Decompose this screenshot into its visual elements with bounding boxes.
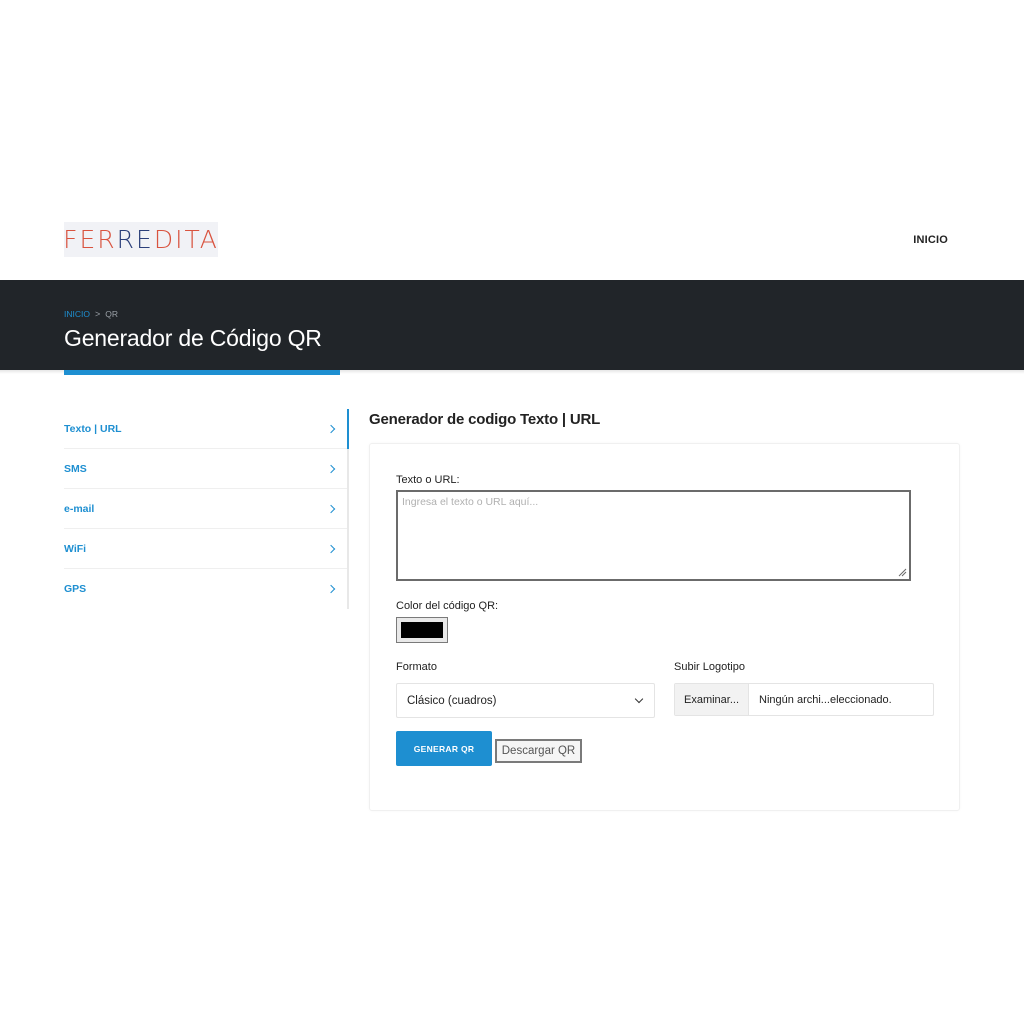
- sidebar-active-indicator: [347, 409, 349, 449]
- sidebar-item-wifi[interactable]: WiFi: [64, 529, 347, 569]
- site-header: FERREDITA INICIO: [0, 205, 1024, 280]
- sidebar-item-label: SMS: [64, 462, 87, 475]
- breadcrumb-separator: >: [94, 309, 101, 319]
- sidebar-nav: Texto | URL SMS e-mail WiFi GPS: [64, 409, 349, 609]
- logo-file-input[interactable]: Examinar... Ningún archi...eleccionado.: [674, 683, 934, 716]
- chevron-right-icon: [326, 464, 336, 473]
- sidebar-item-texto-url[interactable]: Texto | URL: [64, 409, 347, 449]
- qr-color-picker[interactable]: [396, 617, 448, 643]
- qr-color-fill: [401, 622, 443, 638]
- sidebar-item-sms[interactable]: SMS: [64, 449, 347, 489]
- breadcrumb: INICIO > QR: [64, 309, 118, 319]
- chevron-right-icon: [326, 584, 336, 594]
- text-url-label: Texto o URL:: [396, 474, 460, 486]
- sidebar-item-label: Texto | URL: [64, 422, 122, 435]
- sidebar-item-label: WiFi: [64, 542, 87, 555]
- format-select[interactable]: Clásico (cuadros): [396, 683, 655, 718]
- breadcrumb-home-link[interactable]: INICIO: [64, 309, 90, 319]
- format-selected-value: Clásico (cuadros): [407, 694, 497, 707]
- logo-wordmark: FERREDITA: [63, 225, 219, 254]
- browse-file-button[interactable]: Examinar...: [675, 684, 750, 715]
- format-label: Formato: [396, 661, 437, 673]
- site-logo[interactable]: FERREDITA: [63, 222, 219, 257]
- text-url-input[interactable]: Ingresa el texto o URL aquí...: [396, 490, 911, 581]
- sidebar-item-label: GPS: [64, 583, 87, 595]
- nav-inicio-link[interactable]: INICIO: [913, 234, 948, 246]
- logo-upload-label: Subir Logotipo: [674, 661, 745, 673]
- chevron-down-icon: [634, 694, 644, 703]
- page-title-band: INICIO > QR Generador de Código QR: [0, 280, 1024, 370]
- sidebar-item-label: e-mail: [64, 502, 95, 515]
- chevron-right-icon: [326, 424, 336, 433]
- chevron-right-icon: [326, 504, 336, 513]
- text-url-placeholder: Ingresa el texto o URL aquí...: [402, 496, 539, 508]
- resize-handle-icon[interactable]: [898, 568, 907, 577]
- breadcrumb-current: QR: [105, 309, 118, 319]
- file-status-text: Ningún archi...eleccionado.: [759, 693, 892, 706]
- qr-form-card: Texto o URL: Ingresa el texto o URL aquí…: [369, 443, 960, 811]
- section-title: Generador de codigo Texto | URL: [369, 411, 601, 428]
- qr-color-label: Color del código QR:: [396, 600, 499, 612]
- title-accent-bar: [64, 370, 340, 375]
- chevron-right-icon: [326, 544, 336, 553]
- sidebar-item-gps[interactable]: GPS: [64, 569, 347, 609]
- generate-qr-button[interactable]: GENERAR QR: [396, 731, 492, 766]
- sidebar-item-email[interactable]: e-mail: [64, 489, 347, 529]
- download-qr-button[interactable]: Descargar QR: [495, 739, 582, 763]
- page-title: Generador de Código QR: [64, 325, 322, 351]
